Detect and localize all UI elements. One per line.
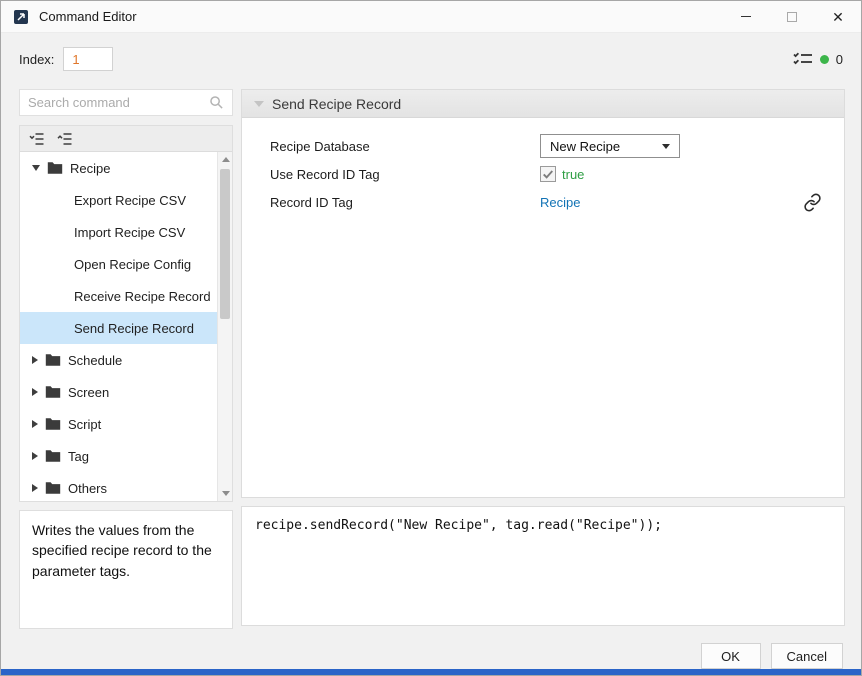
command-tree-panel: Recipe Export Recipe CSV Import Recipe C… [19,125,233,502]
tree-item-label: Receive Recipe Record [74,289,211,304]
minimize-button[interactable] [723,1,769,33]
tree-scrollbar[interactable] [217,152,232,501]
minimize-icon [741,16,751,17]
tree-item-label: Others [68,481,107,496]
tree-item-label: Export Recipe CSV [74,193,186,208]
tree-toolbar [20,126,232,152]
tree-item-label: Screen [68,385,109,400]
tree-item-label: Tag [68,449,89,464]
recipe-database-label: Recipe Database [270,139,540,154]
maximize-icon [787,12,797,22]
tree-item-label: Script [68,417,101,432]
window-title: Command Editor [39,9,137,24]
tree-item-label: Schedule [68,353,122,368]
record-id-tag-label: Record ID Tag [270,195,540,210]
use-record-id-value: true [562,167,584,182]
command-description: Writes the values from the specified rec… [19,510,233,629]
folder-icon [45,481,61,495]
folder-icon [45,385,61,399]
collapse-icon[interactable] [254,101,264,107]
issue-count: 0 [836,52,843,67]
scrollbar-thumb[interactable] [220,169,230,319]
command-detail-panel: Send Recipe Record Recipe Database New R… [241,89,845,498]
recipe-database-value: New Recipe [550,139,620,154]
status-dot-icon [820,55,829,64]
field-row-use-record-id-tag: Use Record ID Tag true [242,160,844,188]
tree-item-receive-recipe-record[interactable]: Receive Recipe Record [20,280,217,312]
tree-item-others[interactable]: Others [20,472,217,501]
tree-item-screen[interactable]: Screen [20,376,217,408]
tree-item-schedule[interactable]: Schedule [20,344,217,376]
cancel-button[interactable]: Cancel [771,643,843,669]
close-button[interactable]: ✕ [815,1,861,33]
tree-item-label: Send Recipe Record [74,321,194,336]
status-cluster: 0 [793,51,843,67]
tree-item-open-recipe-config[interactable]: Open Recipe Config [20,248,217,280]
command-tree: Recipe Export Recipe CSV Import Recipe C… [20,152,217,501]
field-row-record-id-tag: Record ID Tag Recipe [242,188,844,216]
search-box [19,89,233,116]
tree-item-recipe[interactable]: Recipe [20,152,217,184]
expand-all-icon[interactable] [57,131,73,147]
record-id-tag-value[interactable]: Recipe [540,195,580,210]
scroll-down-icon[interactable] [218,486,233,501]
folder-icon [45,417,61,431]
index-input[interactable] [63,47,113,71]
maximize-button[interactable] [769,1,815,33]
window-accent-strip [1,669,861,675]
use-record-id-tag-label: Use Record ID Tag [270,167,540,182]
tree-item-tag[interactable]: Tag [20,440,217,472]
chevron-down-icon [662,144,670,149]
scroll-up-icon[interactable] [218,152,233,167]
field-row-recipe-database: Recipe Database New Recipe [242,132,844,160]
recipe-database-select[interactable]: New Recipe [540,134,680,158]
tag-link-icon[interactable] [803,193,822,212]
detail-title: Send Recipe Record [272,96,401,112]
tree-item-export-recipe-csv[interactable]: Export Recipe CSV [20,184,217,216]
tree-item-import-recipe-csv[interactable]: Import Recipe CSV [20,216,217,248]
caret-right-icon[interactable] [32,420,38,428]
search-icon [209,95,224,110]
tree-item-label: Open Recipe Config [74,257,191,272]
tree-item-script[interactable]: Script [20,408,217,440]
ok-button[interactable]: OK [701,643,761,669]
folder-icon [47,161,63,175]
use-record-id-checkbox[interactable] [540,166,556,182]
search-input[interactable] [28,95,209,110]
tree-item-label: Import Recipe CSV [74,225,185,240]
close-icon: ✕ [832,10,844,24]
app-icon [13,9,29,25]
caret-right-icon[interactable] [32,388,38,396]
titlebar: Command Editor ✕ [1,1,861,33]
caret-down-icon[interactable] [32,165,40,171]
detail-header: Send Recipe Record [242,90,844,118]
folder-icon [45,449,61,463]
tree-item-send-recipe-record[interactable]: Send Recipe Record [20,312,217,344]
caret-right-icon[interactable] [32,356,38,364]
code-preview: recipe.sendRecord("New Recipe", tag.read… [241,506,845,626]
index-label: Index: [19,52,54,67]
caret-right-icon[interactable] [32,452,38,460]
caret-right-icon[interactable] [32,484,38,492]
collapse-all-icon[interactable] [29,131,45,147]
validation-list-icon[interactable] [793,51,813,67]
folder-icon [45,353,61,367]
tree-item-label: Recipe [70,161,110,176]
command-editor-window: Command Editor ✕ Index: 0 [0,0,862,676]
